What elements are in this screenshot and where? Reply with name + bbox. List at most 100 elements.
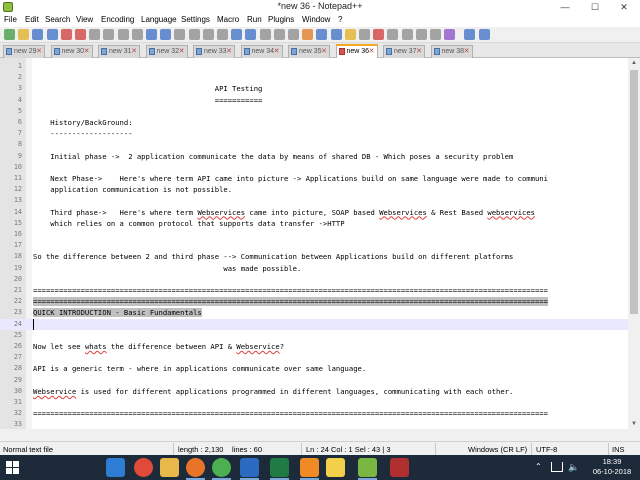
tab-close-icon[interactable]: ✕ <box>179 46 185 57</box>
menu-settings[interactable]: Settings <box>181 15 210 24</box>
tab-close-icon[interactable]: ✕ <box>36 46 42 57</box>
tab-close-icon[interactable]: ✕ <box>274 46 280 57</box>
spellcheck-settings-icon[interactable] <box>478 29 490 40</box>
file-explorer-icon[interactable] <box>160 458 179 477</box>
volume-icon[interactable]: 🔈 <box>568 462 579 473</box>
tab-new-36[interactable]: new 36 ✕ <box>335 44 378 58</box>
wrap-icon[interactable] <box>259 29 271 40</box>
menu-macro[interactable]: Macro <box>217 15 239 24</box>
line-number: 1 <box>17 62 22 70</box>
replace-icon[interactable] <box>188 29 200 40</box>
tab-new-30[interactable]: new 30 ✕ <box>50 45 93 58</box>
editor-line: 28 API is a generic term - where in appli… <box>0 363 628 374</box>
new-file-icon[interactable] <box>4 29 15 40</box>
spellcheck-icon[interactable] <box>444 29 456 40</box>
edge-icon[interactable] <box>106 458 125 477</box>
sync-v-icon[interactable] <box>231 29 243 40</box>
close-button[interactable]: ✕ <box>612 0 636 14</box>
tab-label: new 30 <box>61 48 85 55</box>
notepad-plus-plus-icon[interactable] <box>358 458 377 480</box>
tab-new-38[interactable]: new 38 ✕ <box>430 45 473 58</box>
menu-bar: File Edit Search View Encoding Language Settin… <box>0 14 640 27</box>
tab-new-35[interactable]: new 35 ✕ <box>288 45 330 58</box>
chrome-icon[interactable] <box>212 458 231 480</box>
menu-file[interactable]: File <box>4 15 17 24</box>
menu-encoding[interactable]: Encoding <box>101 15 134 24</box>
line-number: 16 <box>13 230 22 238</box>
sync-h-icon[interactable] <box>245 29 257 40</box>
tab-new-31[interactable]: new 31 ✕ <box>98 45 140 58</box>
zoom-out-icon[interactable] <box>217 29 228 40</box>
minimize-button[interactable]: — <box>553 0 577 14</box>
menu-search[interactable]: Search <box>45 15 70 24</box>
print-icon[interactable] <box>89 29 101 40</box>
menu-window[interactable]: Window <box>302 15 330 24</box>
save-all-icon[interactable] <box>46 29 58 40</box>
firefox-icon[interactable] <box>186 458 205 480</box>
menu-view[interactable]: View <box>76 15 93 24</box>
udl-icon[interactable] <box>302 29 314 40</box>
indent-guide-icon[interactable] <box>288 29 299 40</box>
snipping-tool-icon[interactable] <box>390 458 409 477</box>
menu-plugins[interactable]: Plugins <box>268 15 294 24</box>
outlook-icon[interactable] <box>240 458 259 480</box>
menu-edit[interactable]: Edit <box>25 15 39 24</box>
tab-close-icon[interactable]: ✕ <box>226 46 232 57</box>
tab-close-icon[interactable]: ✕ <box>321 46 327 57</box>
sublime-icon[interactable] <box>300 458 319 480</box>
save-macro-icon[interactable] <box>430 29 441 40</box>
menu-run[interactable]: Run <box>247 15 262 24</box>
monitor-icon[interactable] <box>359 29 370 40</box>
menu-language[interactable]: Language <box>141 15 177 24</box>
play-icon[interactable] <box>401 29 413 40</box>
vertical-scrollbar[interactable]: ▲ ▼ <box>628 58 640 429</box>
save-icon[interactable] <box>32 29 44 40</box>
tab-close-icon[interactable]: ✕ <box>416 46 422 57</box>
open-file-icon[interactable] <box>18 29 30 40</box>
paste-icon[interactable] <box>131 29 143 40</box>
stop-icon[interactable] <box>387 29 399 40</box>
tab-close-icon[interactable]: ✕ <box>84 46 90 57</box>
tab-save-status-icon <box>6 48 12 55</box>
cut-icon[interactable] <box>103 29 115 40</box>
find-icon[interactable] <box>174 29 186 40</box>
record-icon[interactable] <box>373 29 385 40</box>
close-icon[interactable] <box>60 29 72 40</box>
windows-start-icon[interactable] <box>6 461 19 474</box>
play-multi-icon[interactable] <box>415 29 427 40</box>
excel-icon[interactable] <box>270 458 289 480</box>
tab-new-34[interactable]: new 34 ✕ <box>240 45 283 58</box>
show-all-icon[interactable] <box>273 29 285 40</box>
tab-new-33[interactable]: new 33 ✕ <box>193 45 235 58</box>
menu-help[interactable]: ? <box>338 15 342 24</box>
tab-close-icon[interactable]: ✕ <box>464 46 470 57</box>
scroll-up-icon[interactable]: ▲ <box>628 58 640 68</box>
tray-overflow-icon[interactable]: ⌃ <box>535 462 542 471</box>
editor-area[interactable]: 123 API Testing 4 =========== 5 6 History/B… <box>0 58 628 429</box>
folder-workspace-icon[interactable] <box>344 29 356 40</box>
scroll-down-icon[interactable]: ▼ <box>628 419 640 429</box>
screen-recorder-icon[interactable] <box>134 458 153 477</box>
network-icon[interactable] <box>551 462 563 472</box>
undo-icon[interactable] <box>146 29 157 40</box>
zoom-in-icon[interactable] <box>202 29 214 40</box>
line-text: Initial phase -> 2 application communica… <box>33 151 513 162</box>
function-list-icon[interactable] <box>330 29 342 40</box>
sticky-notes-icon[interactable] <box>326 458 345 477</box>
doc-map-icon[interactable] <box>316 29 328 40</box>
clock[interactable]: 18:39 06-10-2018 <box>588 457 636 477</box>
tab-new-32[interactable]: new 32 ✕ <box>145 45 188 58</box>
line-text: which relies on a common protocol that s… <box>33 218 344 229</box>
close-all-icon[interactable] <box>75 29 86 40</box>
tab-label: new 33 <box>204 48 227 55</box>
tab-new-37[interactable]: new 37 ✕ <box>383 45 425 58</box>
editor-line: 31 <box>0 397 628 408</box>
tab-close-icon[interactable]: ✕ <box>131 46 137 57</box>
tab-new-29[interactable]: new 29 ✕ <box>3 45 45 58</box>
spellcheck-next-icon[interactable] <box>464 29 476 40</box>
copy-icon[interactable] <box>117 29 129 40</box>
scrollbar-thumb[interactable] <box>630 70 638 314</box>
tab-close-icon[interactable]: ✕ <box>369 46 375 57</box>
maximize-button[interactable]: ☐ <box>583 0 607 14</box>
redo-icon[interactable] <box>160 29 172 40</box>
